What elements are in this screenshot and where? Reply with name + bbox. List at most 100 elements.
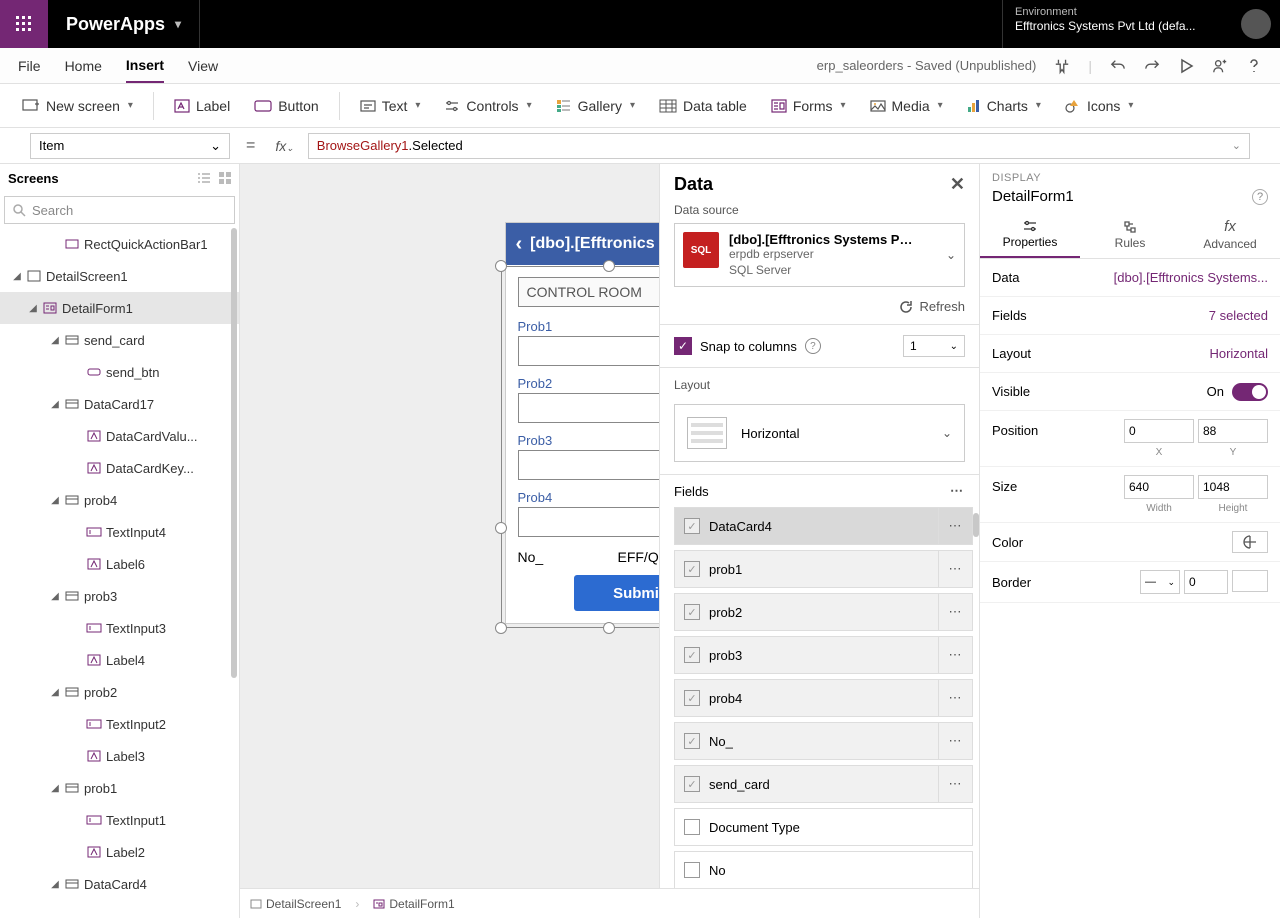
- environment-picker[interactable]: Environment Efftronics Systems Pvt Ltd (…: [1002, 0, 1232, 48]
- field-checkbox-icon[interactable]: ✓: [684, 776, 700, 792]
- tree-node[interactable]: ◢DataCard17: [0, 388, 239, 420]
- datasource-card[interactable]: SQL [dbo].[Efftronics Systems Pvt Ltd_..…: [674, 223, 965, 287]
- border-width-input[interactable]: 0: [1184, 570, 1228, 594]
- help-icon[interactable]: ?: [1252, 189, 1268, 205]
- tree-node[interactable]: DataCardValu...: [0, 420, 239, 452]
- field-row[interactable]: ✓No_⋯: [674, 722, 973, 760]
- tree-node[interactable]: ◢DataCard4: [0, 868, 239, 900]
- share-icon[interactable]: [1212, 58, 1228, 74]
- tree-view-icon[interactable]: [197, 172, 211, 184]
- insert-gallery-button[interactable]: Gallery▾: [546, 92, 645, 120]
- close-icon[interactable]: ✕: [950, 174, 965, 195]
- tree-node[interactable]: Label6: [0, 548, 239, 580]
- insert-icons-button[interactable]: Icons▾: [1055, 92, 1144, 120]
- refresh-button[interactable]: Refresh: [660, 295, 979, 324]
- field-row[interactable]: ✓send_card⋯: [674, 765, 973, 803]
- field-more-icon[interactable]: ⋯: [938, 680, 972, 716]
- new-screen-button[interactable]: New screen▾: [12, 92, 143, 120]
- position-x-input[interactable]: 0: [1124, 419, 1194, 443]
- tree-node[interactable]: ◢send_card: [0, 324, 239, 356]
- tree-node[interactable]: TextInput4: [0, 516, 239, 548]
- thumbnail-view-icon[interactable]: [219, 172, 231, 184]
- tree-node[interactable]: ◢prob2: [0, 676, 239, 708]
- tree-node[interactable]: DataCardKey...: [0, 452, 239, 484]
- app-brand[interactable]: PowerApps ▾: [48, 0, 200, 48]
- insert-charts-button[interactable]: Charts▾: [957, 92, 1051, 120]
- search-input[interactable]: Search: [4, 196, 235, 224]
- tree-node[interactable]: TextInput3: [0, 612, 239, 644]
- field-more-icon[interactable]: ⋯: [938, 766, 972, 802]
- breadcrumb-item[interactable]: DetailScreen1: [250, 897, 341, 911]
- snap-columns-select[interactable]: 1⌄: [903, 335, 965, 357]
- field-row[interactable]: ✓prob2⋯: [674, 593, 973, 631]
- prop-data[interactable]: Data [dbo].[Efftronics Systems...: [980, 259, 1280, 297]
- profile-button[interactable]: [1232, 0, 1280, 48]
- menu-file[interactable]: File: [18, 48, 41, 83]
- tree-node-detailform[interactable]: ◢DetailForm1: [0, 292, 239, 324]
- tab-rules[interactable]: Rules: [1080, 211, 1180, 258]
- menu-home[interactable]: Home: [65, 48, 102, 83]
- border-style-select[interactable]: —⌄: [1140, 570, 1180, 594]
- field-more-icon[interactable]: ⋯: [938, 594, 972, 630]
- tree-node[interactable]: send_btn: [0, 356, 239, 388]
- tree-node[interactable]: ◢prob4: [0, 484, 239, 516]
- tree-node[interactable]: ◢prob1: [0, 772, 239, 804]
- prop-fields[interactable]: Fields 7 selected: [980, 297, 1280, 335]
- field-more-icon[interactable]: ⋯: [938, 508, 972, 544]
- field-row[interactable]: ✓prob1⋯: [674, 550, 973, 588]
- chevron-down-icon[interactable]: ⌄: [946, 248, 956, 262]
- breadcrumb-item[interactable]: DetailForm1: [373, 897, 454, 911]
- insert-datatable-button[interactable]: Data table: [649, 92, 757, 120]
- field-checkbox-icon[interactable]: ✓: [684, 733, 700, 749]
- tree-node[interactable]: Label2: [0, 836, 239, 868]
- back-icon[interactable]: ‹: [516, 233, 523, 256]
- field-more-icon[interactable]: ⋯: [938, 723, 972, 759]
- field-checkbox-icon[interactable]: [684, 819, 700, 835]
- size-height-input[interactable]: 1048: [1198, 475, 1268, 499]
- tree-node[interactable]: RectQuickActionBar1: [0, 228, 239, 260]
- fx-icon[interactable]: fx⌄: [271, 138, 297, 154]
- field-row[interactable]: ✓prob4⋯: [674, 679, 973, 717]
- field-row[interactable]: ✓DataCard4⋯: [674, 507, 973, 545]
- border-color-picker[interactable]: [1232, 570, 1268, 592]
- layout-selector[interactable]: Horizontal ⌄: [674, 404, 965, 462]
- play-icon[interactable]: [1178, 58, 1194, 74]
- field-checkbox-icon[interactable]: ✓: [684, 647, 700, 663]
- size-width-input[interactable]: 640: [1124, 475, 1194, 499]
- property-selector[interactable]: Item ⌄: [30, 133, 230, 159]
- field-row[interactable]: No: [674, 851, 973, 888]
- field-row[interactable]: ✓prob3⋯: [674, 636, 973, 674]
- field-checkbox-icon[interactable]: ✓: [684, 690, 700, 706]
- tree-scrollbar[interactable]: [231, 228, 237, 678]
- redo-icon[interactable]: [1144, 58, 1160, 74]
- tree-node[interactable]: ◢prob3: [0, 580, 239, 612]
- undo-icon[interactable]: [1110, 58, 1126, 74]
- tree-node[interactable]: Label4: [0, 644, 239, 676]
- waffle-button[interactable]: [0, 0, 48, 48]
- prop-layout[interactable]: Layout Horizontal: [980, 335, 1280, 373]
- tree-node[interactable]: TextInput1: [0, 804, 239, 836]
- field-more-icon[interactable]: ⋯: [938, 637, 972, 673]
- checker-icon[interactable]: [1054, 58, 1070, 74]
- field-row[interactable]: Document Type: [674, 808, 973, 846]
- info-icon[interactable]: ?: [805, 338, 821, 354]
- tree-node[interactable]: TextInput2: [0, 708, 239, 740]
- field-checkbox-icon[interactable]: ✓: [684, 604, 700, 620]
- field-checkbox-icon[interactable]: [684, 862, 700, 878]
- field-checkbox-icon[interactable]: ✓: [684, 561, 700, 577]
- tree-node-screen[interactable]: ◢DetailScreen1: [0, 260, 239, 292]
- fields-more-icon[interactable]: ⋯: [950, 483, 965, 499]
- tab-properties[interactable]: Properties: [980, 211, 1080, 258]
- color-picker[interactable]: [1232, 531, 1268, 553]
- insert-button-button[interactable]: Button: [244, 92, 328, 120]
- insert-text-button[interactable]: Text▾: [350, 92, 431, 120]
- menu-view[interactable]: View: [188, 48, 218, 83]
- insert-media-button[interactable]: Media▾: [860, 92, 953, 120]
- formula-input[interactable]: BrowseGallery1.Selected ⌄: [308, 133, 1250, 159]
- field-checkbox-icon[interactable]: ✓: [684, 518, 700, 534]
- snap-checkbox[interactable]: ✓: [674, 337, 692, 355]
- tree-node[interactable]: Label3: [0, 740, 239, 772]
- visible-toggle[interactable]: [1232, 383, 1268, 401]
- help-icon[interactable]: [1246, 58, 1262, 74]
- insert-controls-button[interactable]: Controls▾: [434, 92, 541, 120]
